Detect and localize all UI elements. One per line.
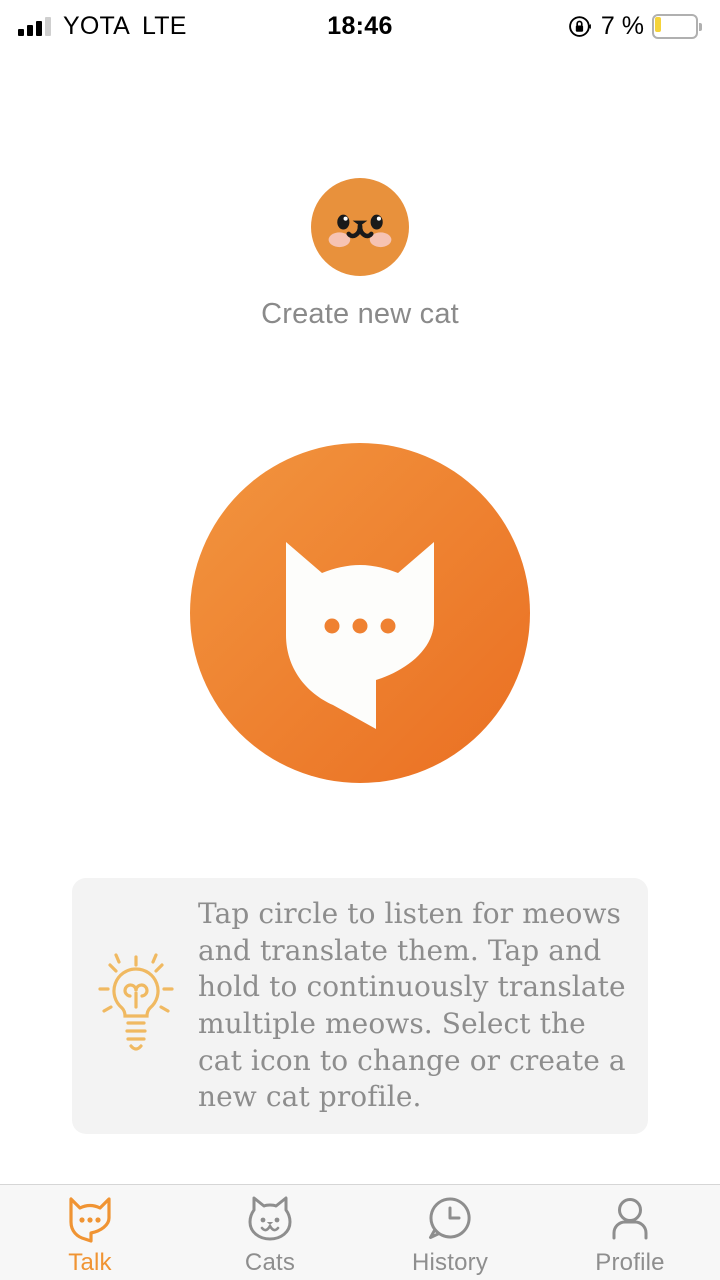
status-bar-left: YOTA LTE [18,12,360,41]
cat-speech-bubble-icon[interactable] [61,1192,119,1244]
create-new-cat-button[interactable]: Create new cat [0,178,720,331]
tab-bar: Talk Cats History Profile [0,1184,720,1280]
lightbulb-icon [90,951,182,1061]
cat-speech-bubble-icon[interactable] [190,443,530,783]
person-icon[interactable] [601,1192,659,1244]
tab-talk[interactable]: Talk [0,1185,180,1280]
tab-cats-label: Cats [244,1249,296,1276]
battery-low-icon [652,13,702,39]
tab-profile-label: Profile [595,1249,665,1276]
cat-face-icon[interactable] [241,1192,299,1244]
create-new-cat-label: Create new cat [261,298,459,330]
hint-text: Tap circle to listen for meows and trans… [198,897,626,1114]
tab-history-label: History [411,1249,489,1276]
status-bar: YOTA LTE 18:46 7 % [0,0,720,52]
carrier-label: YOTA [63,11,131,40]
tab-profile[interactable]: Profile [540,1185,720,1280]
signal-strength-icon [18,16,51,36]
clock-bubble-icon[interactable] [421,1192,479,1244]
tab-talk-label: Talk [68,1249,112,1276]
status-bar-right: 7 % [360,12,702,41]
tab-history[interactable]: History [360,1185,540,1280]
battery-percent-label: 7 % [600,11,644,40]
cat-face-avatar-icon[interactable] [311,178,409,276]
network-type-label: LTE [142,11,187,40]
hint-card: Tap circle to listen for meows and trans… [72,878,648,1135]
rotation-lock-icon [568,14,593,39]
tab-cats[interactable]: Cats [180,1185,360,1280]
listen-button[interactable] [190,443,530,783]
